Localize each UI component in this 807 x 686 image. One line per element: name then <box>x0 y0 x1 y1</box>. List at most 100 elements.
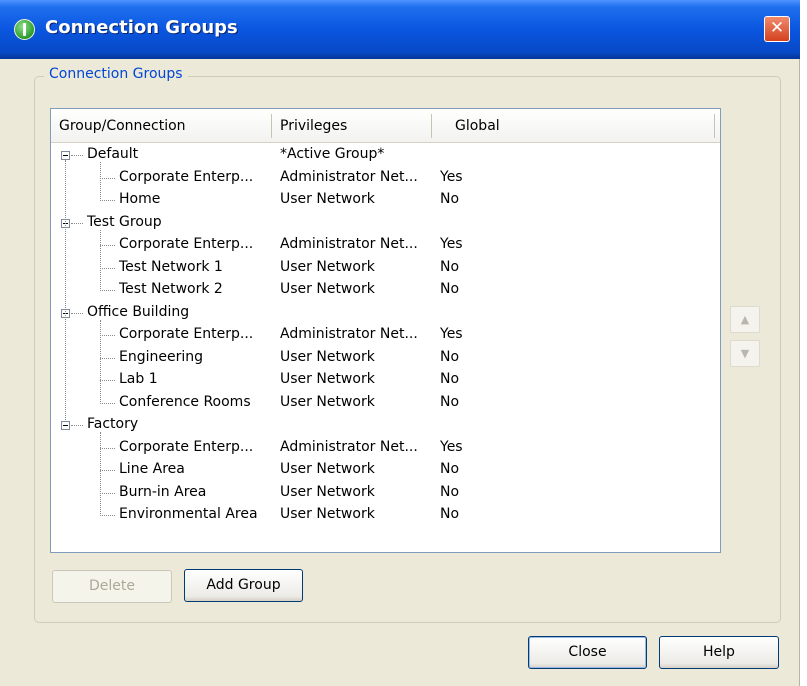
connection-groups-dialog: Connection Groups ✕ Connection Groups Gr… <box>0 0 800 686</box>
tree-connector-line <box>100 447 115 449</box>
privileges-cell: User Network <box>280 506 375 522</box>
connection-name: Conference Rooms <box>119 393 251 410</box>
tree-connection-row[interactable]: Corporate Enterp... Administrator Net... Y… <box>51 437 720 460</box>
tree-connector-line <box>100 515 115 516</box>
connection-name: Corporate Enterp... <box>119 168 254 185</box>
privileges-cell: Administrator Net... <box>280 168 418 185</box>
tree-connector-line <box>100 335 115 336</box>
connection-name: Corporate Enterp... <box>119 326 254 342</box>
column-separator[interactable] <box>271 114 272 138</box>
connection-name: Test Network 1 <box>119 258 223 275</box>
connection-name: Corporate Enterp... <box>119 236 254 252</box>
tree-connector-line <box>100 402 115 404</box>
privileges-cell: User Network <box>280 348 375 365</box>
tree-connection-row[interactable]: Engineering User Network No <box>51 347 720 370</box>
global-cell: No <box>440 281 460 297</box>
tree-connector-line <box>100 319 101 404</box>
window-title: Connection Groups <box>45 17 238 38</box>
connection-name: Lab 1 <box>119 371 158 387</box>
tree-connection-row[interactable]: Environmental Area User Network No <box>51 504 720 527</box>
delete-button[interactable]: Delete <box>52 570 172 603</box>
column-header-group-connection[interactable]: Group/Connection <box>59 118 186 134</box>
tree-connector-line <box>65 160 66 420</box>
tree-group-row[interactable]: Test Group <box>51 212 720 235</box>
column-header-global[interactable]: Global <box>455 118 500 134</box>
group-name: Factory <box>87 416 139 432</box>
privileges-cell: User Network <box>280 393 375 410</box>
privileges-cell: Administrator Net... <box>280 236 418 252</box>
chevron-down-icon: ▼ <box>740 347 750 360</box>
tree-connection-row[interactable]: Test Network 2 User Network No <box>51 279 720 302</box>
global-cell: No <box>440 506 460 522</box>
tree-connector-line <box>100 162 101 201</box>
close-button[interactable]: Close <box>528 636 647 669</box>
privileges-cell: *Active Group* <box>280 146 385 162</box>
global-cell: No <box>440 258 460 275</box>
connection-name: Line Area <box>119 461 185 477</box>
global-cell: No <box>440 483 460 500</box>
tree-connection-row[interactable]: Line Area User Network No <box>51 459 720 482</box>
connection-name: Engineering <box>119 348 203 365</box>
tree-group-row[interactable]: Default *Active Group* <box>51 144 720 167</box>
tree-connection-row[interactable]: Lab 1 User Network No <box>51 369 720 392</box>
privileges-cell: User Network <box>280 483 375 500</box>
tree-group-row[interactable]: Factory <box>51 414 720 437</box>
global-cell: No <box>440 371 460 387</box>
global-cell: Yes <box>440 236 463 252</box>
column-separator[interactable] <box>431 114 432 138</box>
global-cell: No <box>440 393 460 410</box>
tree-connection-row[interactable]: Conference Rooms User Network No <box>51 392 720 415</box>
collapse-minus-icon[interactable] <box>61 421 70 430</box>
group-name: Test Group <box>87 213 162 230</box>
tree-connection-row[interactable]: Test Network 1 User Network No <box>51 257 720 280</box>
tree-connector-line <box>100 290 115 291</box>
connection-app-icon <box>14 19 35 40</box>
global-cell: Yes <box>440 438 463 455</box>
global-cell: No <box>440 461 460 477</box>
privileges-cell: User Network <box>280 371 375 387</box>
global-cell: No <box>440 191 460 207</box>
tree-connector-line <box>100 200 115 201</box>
tree-connection-row[interactable]: Corporate Enterp... Administrator Net... Y… <box>51 234 720 257</box>
groupbox-title: Connection Groups <box>44 66 188 82</box>
group-name: Office Building <box>87 303 190 320</box>
connection-name: Test Network 2 <box>119 281 223 297</box>
privileges-cell: User Network <box>280 461 375 477</box>
privileges-cell: Administrator Net... <box>280 438 418 455</box>
tree-connector-line <box>100 245 115 246</box>
tree-connection-row[interactable]: Home User Network No <box>51 189 720 212</box>
privileges-cell: User Network <box>280 258 375 275</box>
group-name: Default <box>87 146 139 162</box>
close-icon[interactable]: ✕ <box>764 16 790 42</box>
tree-connector-line <box>100 432 101 516</box>
tree-connector-line <box>100 357 115 359</box>
move-up-button[interactable]: ▲ <box>730 306 760 333</box>
tree-group-row[interactable]: Office Building <box>51 302 720 325</box>
tree-connection-row[interactable]: Corporate Enterp... Administrator Net... Y… <box>51 167 720 190</box>
tree-connector-line <box>100 380 115 381</box>
move-down-button[interactable]: ▼ <box>730 340 760 367</box>
title-bar[interactable]: Connection Groups ✕ <box>0 0 800 59</box>
tree-connector-line <box>71 312 83 314</box>
help-button[interactable]: Help <box>659 636 779 669</box>
tree-connector-line <box>100 177 115 179</box>
tree-connector-line <box>100 470 115 471</box>
tree-header: Group/Connection Privileges Global <box>51 109 720 143</box>
privileges-cell: User Network <box>280 191 375 207</box>
collapse-minus-icon[interactable] <box>61 151 70 160</box>
connection-name: Corporate Enterp... <box>119 438 254 455</box>
global-cell: Yes <box>440 326 463 342</box>
tree-connector-line <box>100 492 115 494</box>
column-separator[interactable] <box>714 114 715 138</box>
privileges-cell: Administrator Net... <box>280 326 418 342</box>
chevron-up-icon: ▲ <box>740 313 750 326</box>
connection-tree-list[interactable]: Group/Connection Privileges Global Defau… <box>50 108 721 553</box>
tree-connector-line <box>100 267 115 269</box>
connection-name: Home <box>119 191 161 207</box>
tree-connector-line <box>71 425 83 426</box>
add-group-button[interactable]: Add Group <box>184 569 303 602</box>
column-header-privileges[interactable]: Privileges <box>280 118 347 134</box>
tree-connection-row[interactable]: Corporate Enterp... Administrator Net... Y… <box>51 324 720 347</box>
tree-connector-line <box>71 155 83 156</box>
tree-connection-row[interactable]: Burn-in Area User Network No <box>51 482 720 505</box>
